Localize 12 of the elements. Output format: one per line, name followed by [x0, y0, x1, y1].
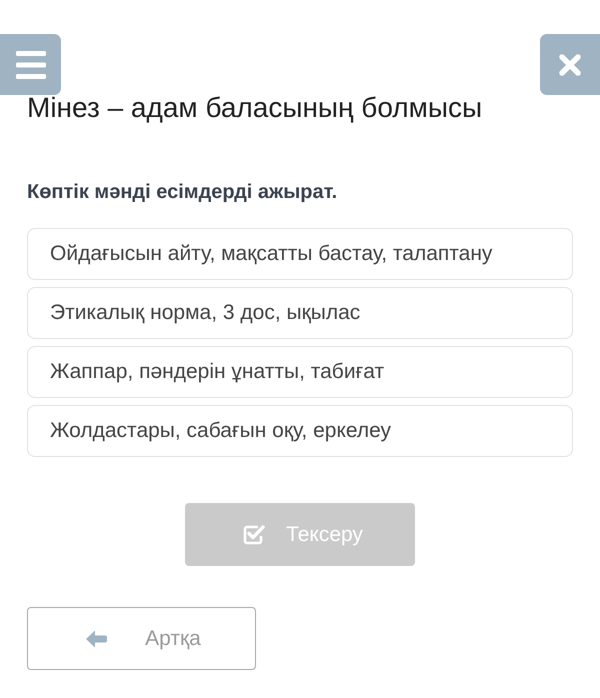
question-text: Көптік мәнді есімдерді ажырат.: [27, 180, 338, 204]
lesson-title: Мінез – адам баласының болмысы: [27, 92, 484, 124]
close-icon: [559, 54, 581, 76]
checkbox-tick-icon: [243, 524, 266, 545]
close-button[interactable]: [540, 34, 600, 95]
menu-icon: [16, 50, 46, 78]
answer-option[interactable]: Ойдағысын айту, мақсатты бастау, талаптану: [27, 228, 573, 280]
menu-button[interactable]: [0, 34, 61, 95]
answer-option[interactable]: Жаппар, пәндерін ұнатты, табиғат: [27, 346, 573, 398]
answer-option[interactable]: Этикалық норма, 3 дос, ықылас: [27, 287, 573, 339]
answer-option[interactable]: Жолдастары, сабағын оқу, еркелеу: [27, 405, 573, 457]
arrow-left-icon: [86, 630, 108, 648]
